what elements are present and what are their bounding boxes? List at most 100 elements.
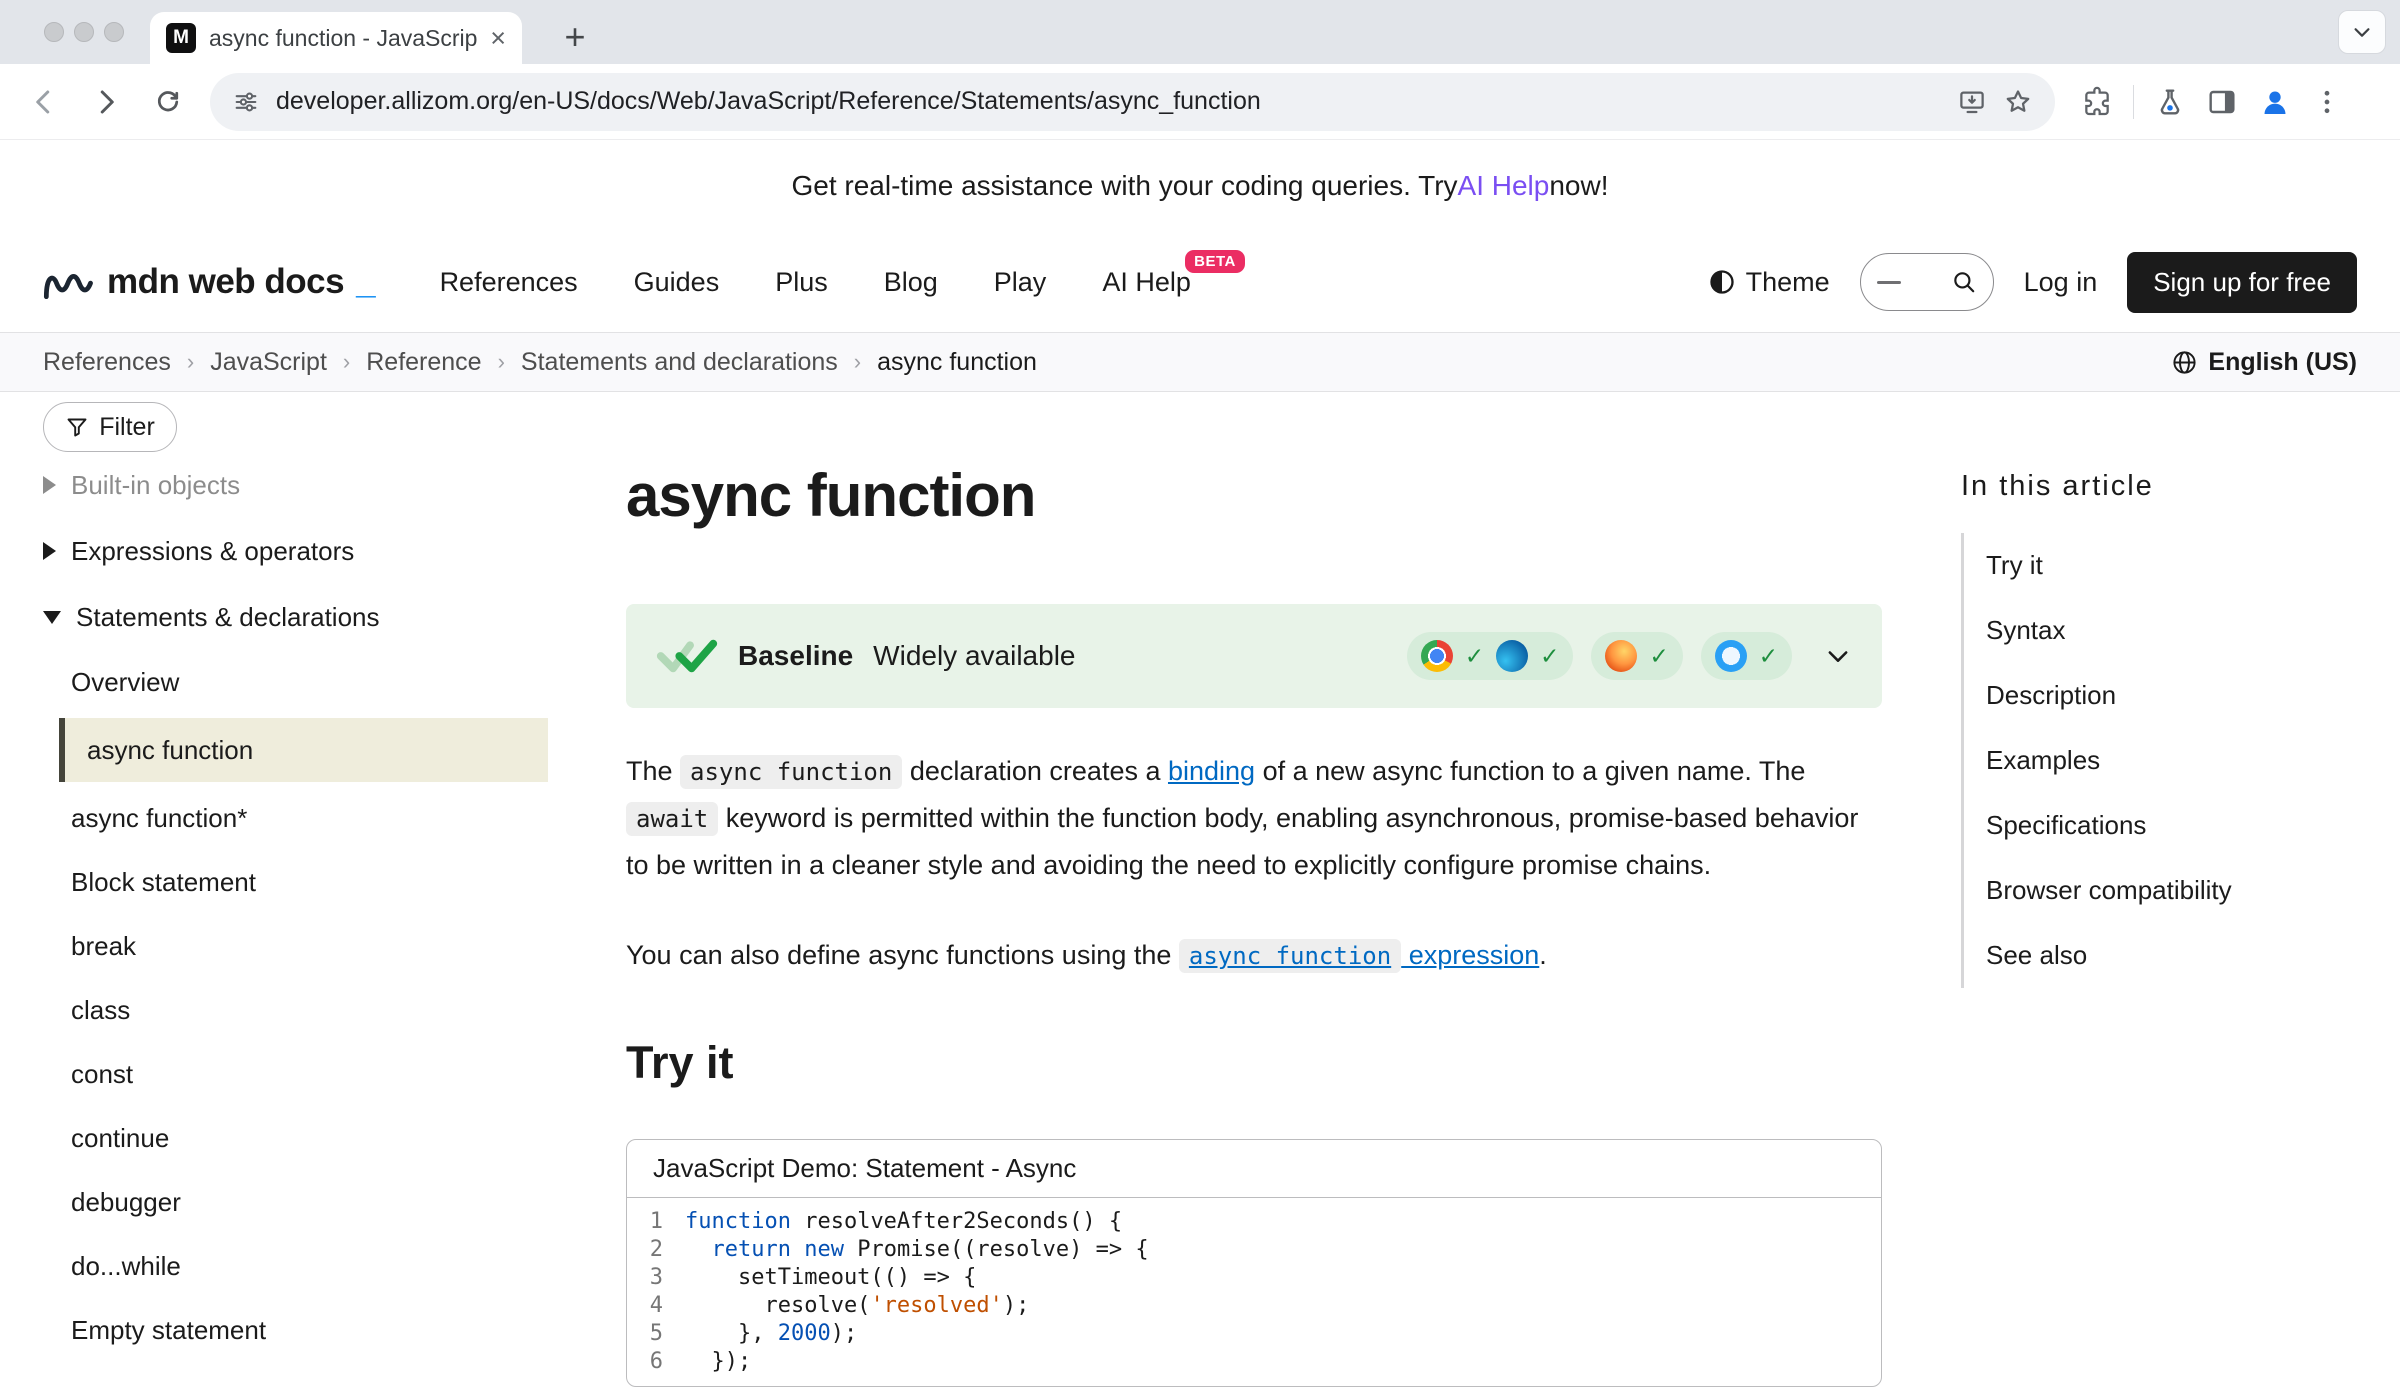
- breadcrumb-references[interactable]: References: [43, 348, 171, 377]
- sidebar-section-label: Expressions & operators: [71, 536, 354, 567]
- page-title: async function: [626, 464, 1882, 528]
- sidebar-item-block-statement[interactable]: Block statement: [43, 850, 548, 914]
- toc-heading: In this article: [1961, 470, 2361, 503]
- sidebar-item-continue[interactable]: continue: [43, 1106, 548, 1170]
- sidebar-item-label: class: [71, 995, 130, 1026]
- nav-ai-help[interactable]: AI HelpBETA: [1102, 267, 1191, 298]
- profile-avatar-icon[interactable]: [2258, 85, 2292, 119]
- ai-help-link[interactable]: AI Help: [1458, 170, 1550, 202]
- signup-button[interactable]: Sign up for free: [2127, 252, 2357, 313]
- firefox-icon: [1605, 640, 1637, 672]
- async-function-expression-code-link[interactable]: async function: [1179, 939, 1401, 973]
- code-text[interactable]: setTimeout(() => {: [685, 1264, 976, 1292]
- sidebar-section-built-in-objects[interactable]: Built-in objects: [43, 452, 548, 518]
- toc-description[interactable]: Description: [1986, 680, 2116, 711]
- demo-code-editor[interactable]: 1function resolveAfter2Seconds() {2 retu…: [627, 1198, 1881, 1386]
- breadcrumb-statements[interactable]: Statements and declarations: [521, 348, 838, 377]
- toc-specifications[interactable]: Specifications: [1986, 810, 2146, 841]
- code-line: 6 });: [627, 1348, 1881, 1376]
- sidebar-item-break[interactable]: break: [43, 914, 548, 978]
- mdn-favicon: M: [166, 23, 196, 53]
- window-minimize-button[interactable]: [74, 22, 94, 42]
- extensions-icon[interactable]: [2081, 86, 2113, 118]
- sidebar-item-overview[interactable]: Overview: [43, 650, 548, 714]
- mdn-logo[interactable]: mdn web docs_: [43, 262, 376, 302]
- toolbar-divider: [2133, 85, 2134, 119]
- nav-plus[interactable]: Plus: [775, 267, 828, 298]
- baseline-status: Widely available: [873, 640, 1075, 672]
- sidebar-item-do-while[interactable]: do...while: [43, 1234, 548, 1298]
- reload-icon: [153, 87, 183, 117]
- promo-text: now!: [1549, 170, 1608, 202]
- install-app-icon[interactable]: [1957, 87, 1987, 117]
- text: of a new async function to a given name.…: [1255, 756, 1805, 786]
- sidebar-filter-button[interactable]: Filter: [43, 402, 177, 452]
- side-panel-icon[interactable]: [2206, 86, 2238, 118]
- browser-tab[interactable]: M async function - JavaScript | ×: [150, 12, 522, 64]
- sidebar-item-empty-statement[interactable]: Empty statement: [43, 1298, 548, 1362]
- code-line: 5 }, 2000);: [627, 1320, 1881, 1348]
- sidebar-item-async-function-star[interactable]: async function*: [43, 786, 548, 850]
- url-bar[interactable]: developer.allizom.org/en-US/docs/Web/Jav…: [210, 73, 2055, 131]
- toc-see-also[interactable]: See also: [1986, 940, 2087, 971]
- labs-flask-icon[interactable]: [2154, 86, 2186, 118]
- nav-play[interactable]: Play: [994, 267, 1047, 298]
- forward-button[interactable]: [80, 76, 132, 128]
- language-selector[interactable]: English (US): [2171, 348, 2357, 377]
- reload-button[interactable]: [142, 76, 194, 128]
- menu-kebab-icon[interactable]: [2312, 87, 2342, 117]
- new-tab-button[interactable]: +: [552, 14, 598, 60]
- window-close-button[interactable]: [44, 22, 64, 42]
- text: You can also define async functions usin…: [626, 940, 1179, 970]
- nav-guides[interactable]: Guides: [634, 267, 720, 298]
- toc-syntax[interactable]: Syntax: [1986, 615, 2066, 646]
- sidebar-section-label: Statements & declarations: [76, 602, 380, 633]
- login-link[interactable]: Log in: [2024, 267, 2098, 298]
- breadcrumb-separator: ›: [854, 349, 861, 375]
- theme-icon: [1708, 268, 1736, 296]
- site-settings-icon[interactable]: [232, 88, 260, 116]
- toc-examples[interactable]: Examples: [1986, 745, 2100, 776]
- sidebar-section-statements-declarations[interactable]: Statements & declarations: [43, 584, 548, 650]
- url-text[interactable]: developer.allizom.org/en-US/docs/Web/Jav…: [276, 87, 1941, 116]
- try-it-heading: Try it: [626, 1037, 1882, 1089]
- window-zoom-button[interactable]: [104, 22, 124, 42]
- sidebar-item-const[interactable]: const: [43, 1042, 548, 1106]
- line-number: 3: [627, 1264, 685, 1292]
- chevron-down-icon[interactable]: [1824, 642, 1852, 670]
- sidebar-item-async-function[interactable]: async function: [59, 718, 548, 782]
- tab-close-icon[interactable]: ×: [490, 25, 506, 52]
- sidebar-item-label: break: [71, 931, 136, 962]
- binding-link[interactable]: binding: [1168, 756, 1255, 786]
- nav-references[interactable]: References: [440, 267, 578, 298]
- sidebar-item-class[interactable]: class: [43, 978, 548, 1042]
- back-button[interactable]: [18, 76, 70, 128]
- inline-code-await: await: [626, 802, 718, 836]
- expression-link[interactable]: expression: [1401, 940, 1539, 970]
- breadcrumb-bar: References › JavaScript › Reference › St…: [0, 332, 2400, 392]
- globe-icon: [2171, 349, 2198, 376]
- code-text[interactable]: function resolveAfter2Seconds() {: [685, 1208, 1122, 1236]
- line-number: 6: [627, 1348, 685, 1376]
- toc-browser-compatibility[interactable]: Browser compatibility: [1986, 875, 2232, 906]
- code-text[interactable]: });: [685, 1348, 751, 1376]
- search-input[interactable]: [1860, 253, 1994, 311]
- beta-badge: BETA: [1185, 250, 1245, 273]
- edge-icon: [1496, 640, 1528, 672]
- toolbar-right-icons: [2081, 85, 2342, 119]
- breadcrumb-javascript[interactable]: JavaScript: [210, 348, 327, 377]
- sidebar-section-expressions-operators[interactable]: Expressions & operators: [43, 518, 548, 584]
- search-icon[interactable]: [1951, 269, 1977, 295]
- baseline-banner[interactable]: Baseline Widely available ✓ ✓ ✓ ✓: [626, 604, 1882, 708]
- tab-search-button[interactable]: [2338, 10, 2386, 54]
- toc-try-it[interactable]: Try it: [1986, 550, 2043, 581]
- nav-blog[interactable]: Blog: [884, 267, 938, 298]
- sidebar-item-label: debugger: [71, 1187, 181, 1218]
- code-text[interactable]: }, 2000);: [685, 1320, 857, 1348]
- code-text[interactable]: return new Promise((resolve) => {: [685, 1236, 1149, 1264]
- sidebar-item-debugger[interactable]: debugger: [43, 1170, 548, 1234]
- bookmark-star-icon[interactable]: [2003, 87, 2033, 117]
- breadcrumb-reference[interactable]: Reference: [366, 348, 481, 377]
- theme-toggle[interactable]: Theme: [1708, 267, 1830, 298]
- code-text[interactable]: resolve('resolved');: [685, 1292, 1029, 1320]
